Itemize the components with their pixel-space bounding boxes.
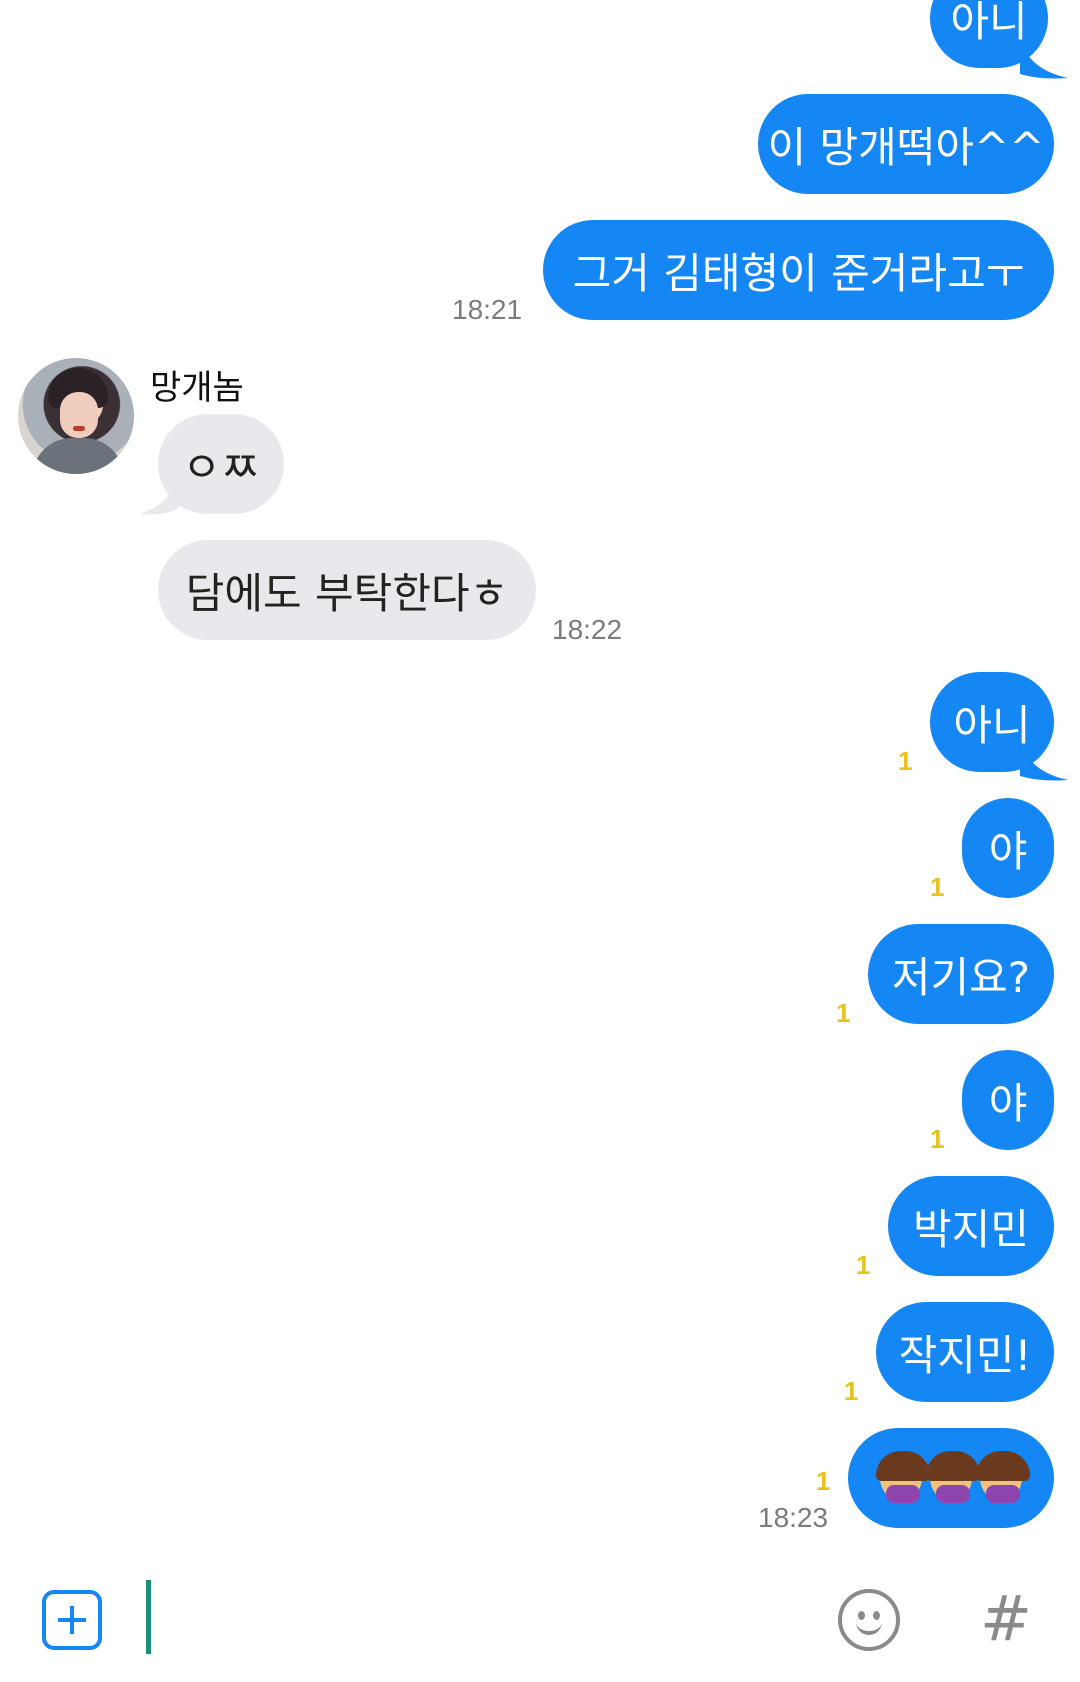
bubble-tail [1020, 742, 1068, 781]
unread-count: 1 [930, 872, 945, 902]
timestamp: 18:22 [552, 614, 623, 645]
unread-count: 1 [856, 1250, 871, 1280]
message-bubble-sent[interactable]: 이 망개떡아^^ [758, 94, 1054, 194]
message-text: 담에도 부탁한다ㅎ [185, 568, 509, 618]
facepalm-emoji-icon [876, 1451, 930, 1503]
message-text: ㅇㅉ [182, 442, 260, 492]
timestamp: 18:21 [452, 294, 523, 325]
message-text: 야 [988, 1078, 1028, 1128]
facepalm-emoji-icon [976, 1451, 1030, 1503]
bubble-tail [1020, 40, 1068, 79]
message-text: 야 [988, 826, 1028, 876]
message-text: 박지민 [913, 1204, 1029, 1254]
message-text: 그거 김태형이 준거라고ㅜ [572, 248, 1025, 298]
plus-icon[interactable] [42, 1590, 102, 1650]
facepalm-emoji-icon [926, 1451, 980, 1503]
message-text: 이 망개떡아^^ [767, 122, 1045, 172]
hashtag-icon[interactable]: # [980, 1582, 1032, 1655]
message-input-bar [0, 1560, 1080, 1682]
unread-count: 1 [836, 998, 851, 1028]
message-bubble-received[interactable]: 담에도 부탁한다ㅎ [158, 540, 536, 640]
unread-count: 1 [816, 1466, 831, 1496]
message-bubble-sent[interactable]: 저기요? [868, 924, 1054, 1024]
message-bubble-sent[interactable]: 박지민 [888, 1176, 1054, 1276]
message-text: 저기요? [891, 952, 1031, 1002]
text-input-cursor[interactable] [146, 1580, 151, 1654]
timestamp: 18:23 [758, 1502, 829, 1533]
unread-count: 1 [898, 746, 913, 776]
unread-count: 1 [930, 1124, 945, 1154]
emoji-icon[interactable] [838, 1589, 900, 1651]
unread-count: 1 [844, 1376, 859, 1406]
message-bubble-sent[interactable]: 야 [962, 1050, 1054, 1150]
message-bubble-sent[interactable]: 그거 김태형이 준거라고ㅜ [543, 220, 1054, 320]
message-bubble-sent[interactable]: 작지민! [876, 1302, 1054, 1402]
message-text: 작지민! [898, 1330, 1032, 1380]
avatar[interactable] [18, 358, 134, 474]
message-text: 아니 [950, 0, 1028, 46]
message-bubble-received[interactable]: ㅇㅉ [158, 414, 284, 514]
message-bubble-sent[interactable]: 야 [962, 798, 1054, 898]
emoji-message-bubble[interactable] [848, 1428, 1054, 1528]
sender-name: 망개놈 [150, 368, 244, 408]
